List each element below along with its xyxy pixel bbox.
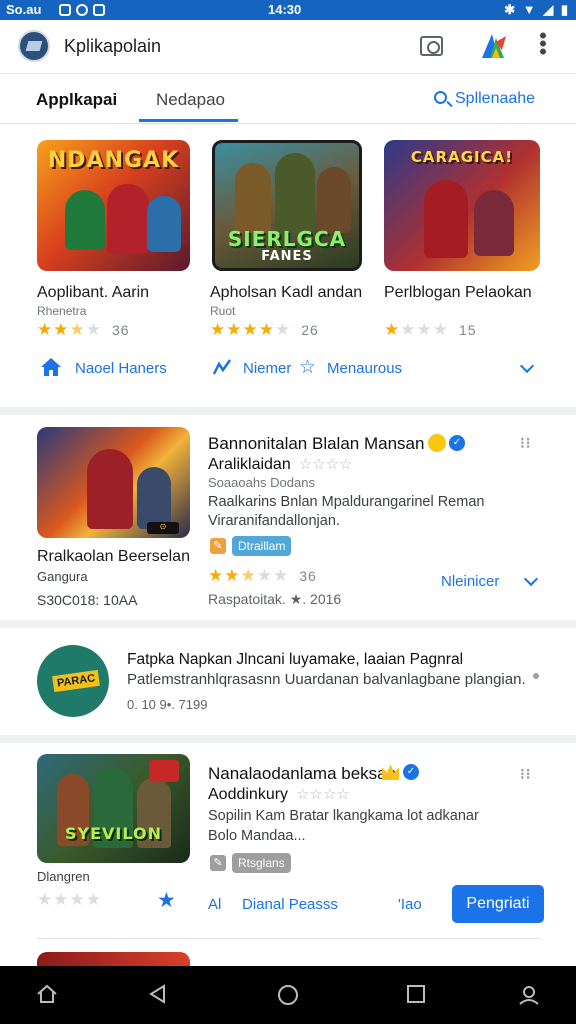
app-bar: Kplikapolain • • • — [0, 20, 576, 74]
item1-link[interactable]: Nleinicer — [441, 573, 499, 590]
featured-title-3[interactable]: Perlblogan Pelaokan — [384, 284, 532, 302]
item3-left-sub: Dlangren — [37, 869, 90, 884]
item1-rating: ★★★★★ 36 — [208, 566, 317, 585]
star-filled-icon[interactable]: ★ — [157, 888, 176, 913]
featured-rating-3: ★★★★ 15 — [384, 320, 477, 339]
star-outline-icon[interactable]: ☆ — [299, 356, 316, 379]
store-logo-icon[interactable] — [478, 32, 508, 60]
item3-thumb[interactable]: SYEVILON — [37, 754, 190, 863]
section-divider — [0, 407, 576, 415]
wrench-icon: ✎ — [210, 538, 226, 554]
tab-applications[interactable]: Applkapai — [36, 90, 117, 110]
item-separator — [37, 938, 540, 939]
item1-left-sub: Gangura — [37, 569, 88, 584]
item3-subtitle: Aoddinkury ☆☆☆☆ — [208, 786, 350, 803]
tab-bar: Applkapai Nedapao Spllenaahe — [0, 74, 576, 124]
item1-left-title[interactable]: Rralkaolan Beerselan — [37, 548, 190, 566]
section-divider-3 — [0, 735, 576, 743]
item4-thumb-partial[interactable] — [37, 952, 190, 966]
featured-thumb-2-title: SIERLGCA — [227, 227, 347, 251]
item2-logo-text: PARAC — [52, 669, 101, 693]
item3-verified-icon: ✓ — [403, 764, 419, 780]
featured-sub-2: Ruot — [210, 304, 236, 318]
featured-thumb-3[interactable]: CARAGICA! — [384, 140, 540, 271]
item1-more-icon[interactable]: ⁝⁝ — [520, 436, 532, 451]
overflow-menu-icon[interactable]: • • • — [536, 25, 550, 63]
nav-recents-icon[interactable] — [406, 984, 426, 1004]
search-button[interactable]: Spllenaahe — [434, 90, 535, 108]
item3-title[interactable]: Nanalaodanlama beksan — [208, 764, 396, 784]
featured-sub-1: Rhenetra — [37, 304, 87, 318]
featured-thumb-3-title: CARAGICA! — [410, 148, 514, 166]
item1-left-price: S30C018: 10AA — [37, 592, 138, 608]
nav-home-icon[interactable] — [36, 984, 58, 1004]
emoji-icon — [428, 434, 446, 452]
active-tab-indicator — [139, 119, 238, 122]
app-logo — [18, 30, 50, 62]
system-nav-bar — [0, 966, 576, 1024]
item3-link-b[interactable]: Dianal Peasss — [242, 896, 338, 913]
item2-logo[interactable]: PARAC — [37, 645, 109, 717]
featured-thumb-2-subtitle: FANES — [261, 249, 313, 264]
item2-meta: 0. 10 9•. 7199 — [127, 697, 208, 712]
item3-more-icon[interactable]: ⁝⁝ — [520, 767, 532, 782]
nav-back-icon[interactable] — [148, 984, 168, 1004]
item3-desc-2: Bolo Mandaa... — [208, 828, 306, 844]
item1-developer: Soaaoahs Dodans — [208, 475, 315, 490]
featured-title-2[interactable]: Apholsan Kadl andan — [210, 284, 362, 302]
status-icons-right: ✱ ▼ ◢ ▮ — [504, 2, 570, 17]
item1-badge[interactable]: Dtraillam — [232, 536, 292, 556]
item3-link-a[interactable]: Al — [208, 896, 221, 913]
item2-dot-icon — [533, 673, 539, 679]
featured-rating-2: ★★★★★ 26 — [210, 320, 319, 339]
item1-thumb[interactable]: ⊙ — [37, 427, 190, 538]
item1-desc-1: Raalkarins Bnlan Mpaldurangarinel Reman — [208, 494, 485, 510]
camera-icon[interactable] — [420, 36, 443, 56]
link-niemer[interactable]: Niemer — [243, 360, 291, 377]
status-carrier: So.au — [6, 2, 42, 17]
trend-icon[interactable] — [212, 358, 232, 376]
item1-meta: Raspatoitak. ★. 2016 — [208, 591, 342, 607]
featured-thumb-1[interactable]: NDANGAK — [37, 140, 190, 271]
search-icon — [434, 91, 447, 104]
item3-thumb-title: SYEVILON — [65, 824, 162, 843]
nav-circle-icon[interactable] — [277, 984, 299, 1006]
item3-rating: ★★★★ — [37, 890, 102, 909]
featured-thumb-2[interactable]: SIERLGCA FANES — [212, 140, 362, 271]
status-time: 14:30 — [268, 2, 302, 17]
item1-desc-2: Viraranifandallonjan. — [208, 513, 340, 529]
item1-chevron-icon[interactable] — [523, 571, 539, 587]
tab-nedapao[interactable]: Nedapao — [156, 90, 225, 110]
item3-primary-button[interactable]: Pengriati — [452, 885, 544, 923]
section-divider-2 — [0, 620, 576, 628]
link-menaurous[interactable]: Menaurous — [327, 360, 402, 377]
item3-badge[interactable]: Rtsglans — [232, 853, 291, 873]
featured-title-1[interactable]: Aoplibant. Aarin — [37, 284, 149, 302]
home-icon[interactable] — [40, 357, 62, 377]
app-title: Kplikapolain — [64, 36, 162, 56]
status-icons-left — [54, 2, 105, 17]
item2-title[interactable]: Fatpka Napkan Jlncani luyamake, laaian P… — [127, 651, 463, 669]
featured-rating-1: ★★★★ 36 — [37, 320, 130, 339]
status-bar: So.au 14:30 ✱ ▼ ◢ ▮ — [0, 0, 576, 20]
featured-thumb-1-title: NDANGAK — [47, 148, 180, 173]
item2-desc: Patlemstranhlqrasasnn Uuardanan balvanla… — [127, 671, 526, 688]
tool-icon: ✎ — [210, 855, 226, 871]
search-label: Spllenaahe — [455, 90, 536, 107]
item3-link-c[interactable]: 'Iao — [398, 896, 422, 913]
link-naoel-haners[interactable]: Naoel Haners — [75, 360, 167, 377]
item1-subtitle: Araliklaidan ☆☆☆☆ — [208, 456, 353, 473]
chevron-down-icon[interactable] — [519, 358, 535, 374]
verified-badge-icon: ✓ — [449, 435, 465, 451]
item3-desc-1: Sopilin Kam Bratar lkangkama lot adkanar — [208, 808, 479, 824]
nav-account-icon[interactable] — [518, 984, 540, 1006]
item1-title[interactable]: Bannonitalan Blalan Mansan — [208, 434, 424, 454]
